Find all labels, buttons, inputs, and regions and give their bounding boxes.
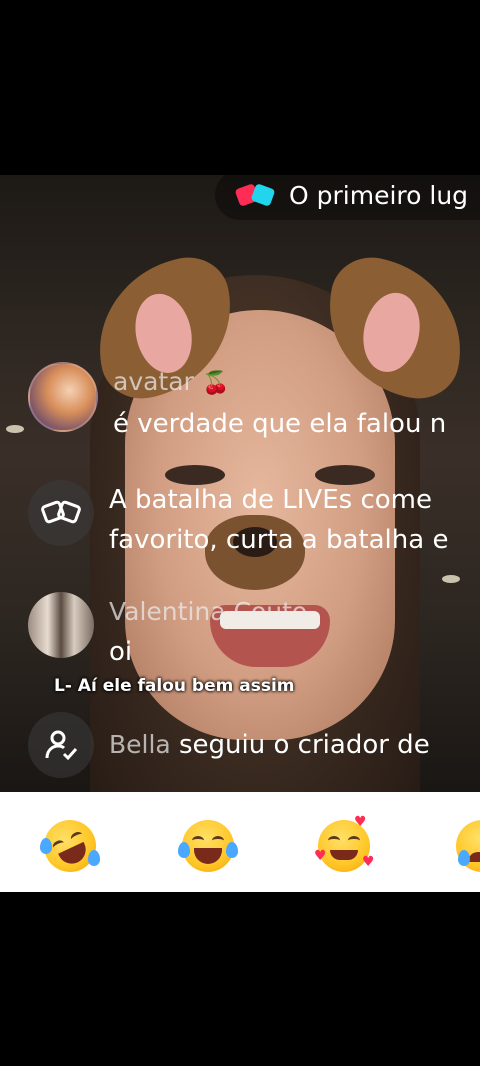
chat-message: A batalha de LIVEs come favorito, curta …	[28, 480, 448, 560]
chat-message[interactable]: avatar 🍒 é verdade que ela falou n	[28, 362, 446, 444]
chat-username[interactable]: Valentina Couto	[109, 592, 307, 632]
crying-emoji[interactable]	[456, 820, 480, 872]
user-avatar[interactable]	[28, 362, 98, 432]
cherry-badge-icon: 🍒	[202, 371, 230, 396]
subtitle-caption: L- Aí ele falou bem assim	[54, 676, 295, 696]
smiling-hearts-emoji[interactable]: ♥ ♥ ♥	[314, 814, 375, 872]
chat-text: é verdade que ela falou n	[113, 409, 447, 439]
chat-text: seguiu o criador de	[179, 730, 430, 760]
live-battle-icon	[234, 180, 277, 210]
tears-of-joy-emoji[interactable]	[178, 820, 238, 872]
rolling-laughing-emoji[interactable]	[35, 811, 105, 881]
chat-username[interactable]: avatar	[113, 367, 194, 396]
follow-user-icon	[28, 712, 94, 778]
user-avatar[interactable]	[28, 592, 94, 658]
chat-text: oi	[109, 637, 133, 667]
chat-text: favorito, curta a batalha e	[109, 525, 449, 555]
chat-message[interactable]: Valentina Couto oi	[28, 592, 307, 672]
live-battle-banner[interactable]: O primeiro lug	[215, 170, 480, 220]
banner-text: O primeiro lug	[289, 180, 469, 210]
live-battle-icon	[28, 480, 94, 546]
chat-text: A batalha de LIVEs come	[109, 485, 432, 515]
chat-username[interactable]: Bella	[109, 730, 171, 759]
chat-message[interactable]: Bella seguiu o criador de	[28, 712, 430, 778]
reaction-bar: ♥ ♥ ♥	[0, 792, 480, 892]
